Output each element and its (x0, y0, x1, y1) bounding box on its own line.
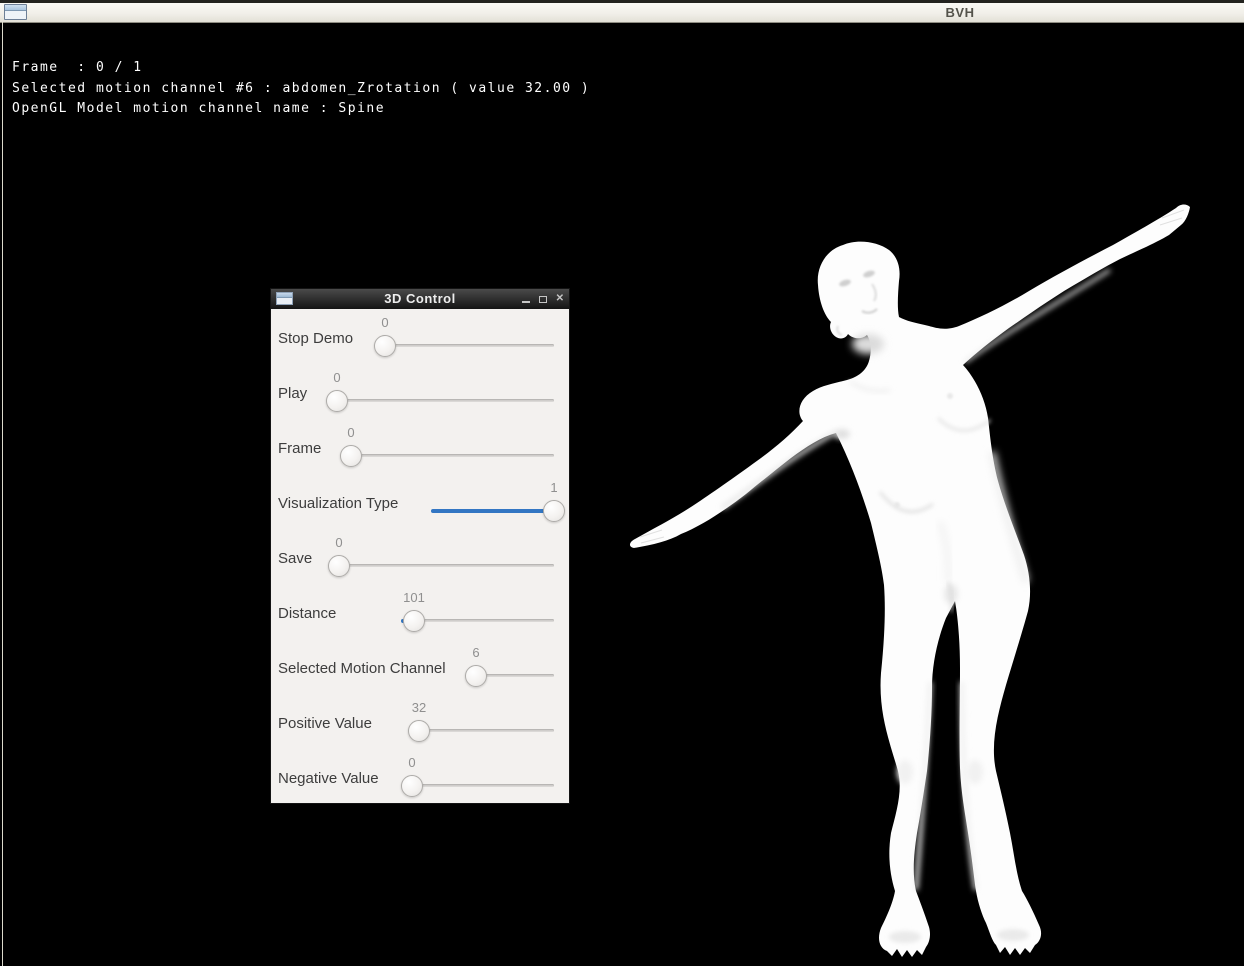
slider-label-save: Save (278, 550, 313, 567)
slider-label-visualization-type: Visualization Type (278, 495, 399, 512)
slider-label-positive-value: Positive Value (278, 715, 372, 732)
slider-handle-visualization-type[interactable] (543, 500, 565, 522)
control-panel-titlebar[interactable]: 3D Control ✕ (271, 289, 569, 309)
control-panel-window: 3D Control ✕ Stop Demo 0 Play 0 Frame 0 … (270, 288, 570, 804)
slider-handle-stop-demo[interactable] (374, 335, 396, 357)
slider-value-positive-value: 32 (411, 700, 427, 715)
slider-handle-positive-value[interactable] (408, 720, 430, 742)
slider-label-play: Play (278, 385, 308, 402)
slider-track-play[interactable] (328, 399, 554, 402)
minimize-button[interactable] (521, 300, 530, 303)
slider-value-frame: 0 (347, 425, 355, 440)
slider-track-save[interactable] (331, 564, 554, 567)
slider-handle-negative-value[interactable] (401, 775, 423, 797)
slider-label-selected-motion-channel: Selected Motion Channel (278, 660, 446, 677)
slider-track-visualization-type[interactable] (431, 509, 554, 513)
slider-handle-selected-motion-channel[interactable] (465, 665, 487, 687)
slider-track-negative-value[interactable] (404, 784, 554, 787)
close-button[interactable]: ✕ (556, 294, 564, 304)
slider-value-negative-value: 0 (408, 755, 416, 770)
main-titlebar[interactable]: BVH (0, 0, 1244, 23)
human-model-silhouette (629, 204, 1190, 957)
slider-label-stop-demo: Stop Demo (278, 330, 354, 347)
slider-label-distance: Distance (278, 605, 337, 622)
slider-handle-play[interactable] (326, 390, 348, 412)
hud-frame-line: Frame : 0 / 1 (12, 60, 143, 75)
human-figure (629, 204, 1190, 957)
slider-value-save: 0 (335, 535, 343, 550)
slider-handle-frame[interactable] (340, 445, 362, 467)
slider-value-selected-motion-channel: 6 (472, 645, 480, 660)
slider-track-stop-demo[interactable] (376, 344, 554, 347)
slider-value-play: 0 (333, 370, 341, 385)
slider-label-negative-value: Negative Value (278, 770, 379, 787)
maximize-button[interactable] (538, 295, 547, 303)
slider-value-visualization-type: 1 (550, 480, 558, 495)
slider-track-positive-value[interactable] (409, 729, 554, 732)
slider-value-distance: 101 (403, 590, 425, 605)
window-title: BVH (945, 5, 975, 20)
slider-label-frame: Frame (278, 440, 322, 457)
slider-handle-distance[interactable] (403, 610, 425, 632)
slider-value-stop-demo: 0 (381, 315, 389, 330)
opengl-viewport[interactable]: Frame : 0 / 1 Selected motion channel #6… (0, 22, 1244, 966)
slider-track-frame[interactable] (343, 454, 554, 457)
window-icon (4, 4, 27, 20)
hud-channel-line: Selected motion channel #6 : abdomen_Zro… (12, 81, 591, 96)
slider-handle-save[interactable] (328, 555, 350, 577)
hud-model-line: OpenGL Model motion channel name : Spine (12, 101, 386, 116)
